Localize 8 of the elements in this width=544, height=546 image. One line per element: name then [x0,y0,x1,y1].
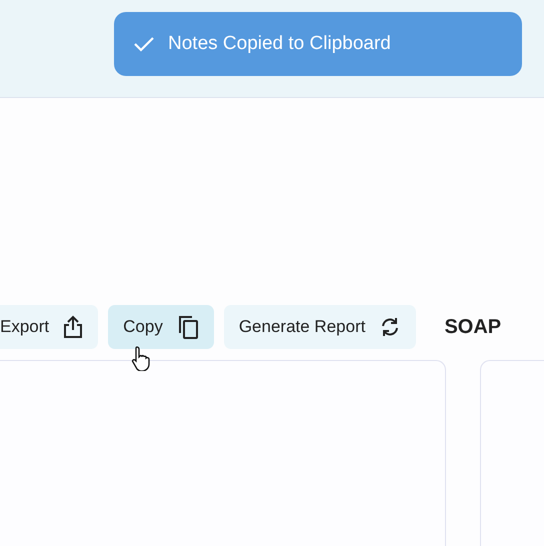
copy-icon [176,315,199,339]
check-icon [134,36,154,52]
section-heading: SOAP [444,316,502,338]
action-button[interactable]: Export [0,305,98,349]
action-button[interactable]: Generate Report [224,305,416,349]
action-button[interactable]: Copy [108,305,214,349]
share-icon [63,315,84,339]
toast-message: Notes Copied to Clipboard [168,33,391,55]
